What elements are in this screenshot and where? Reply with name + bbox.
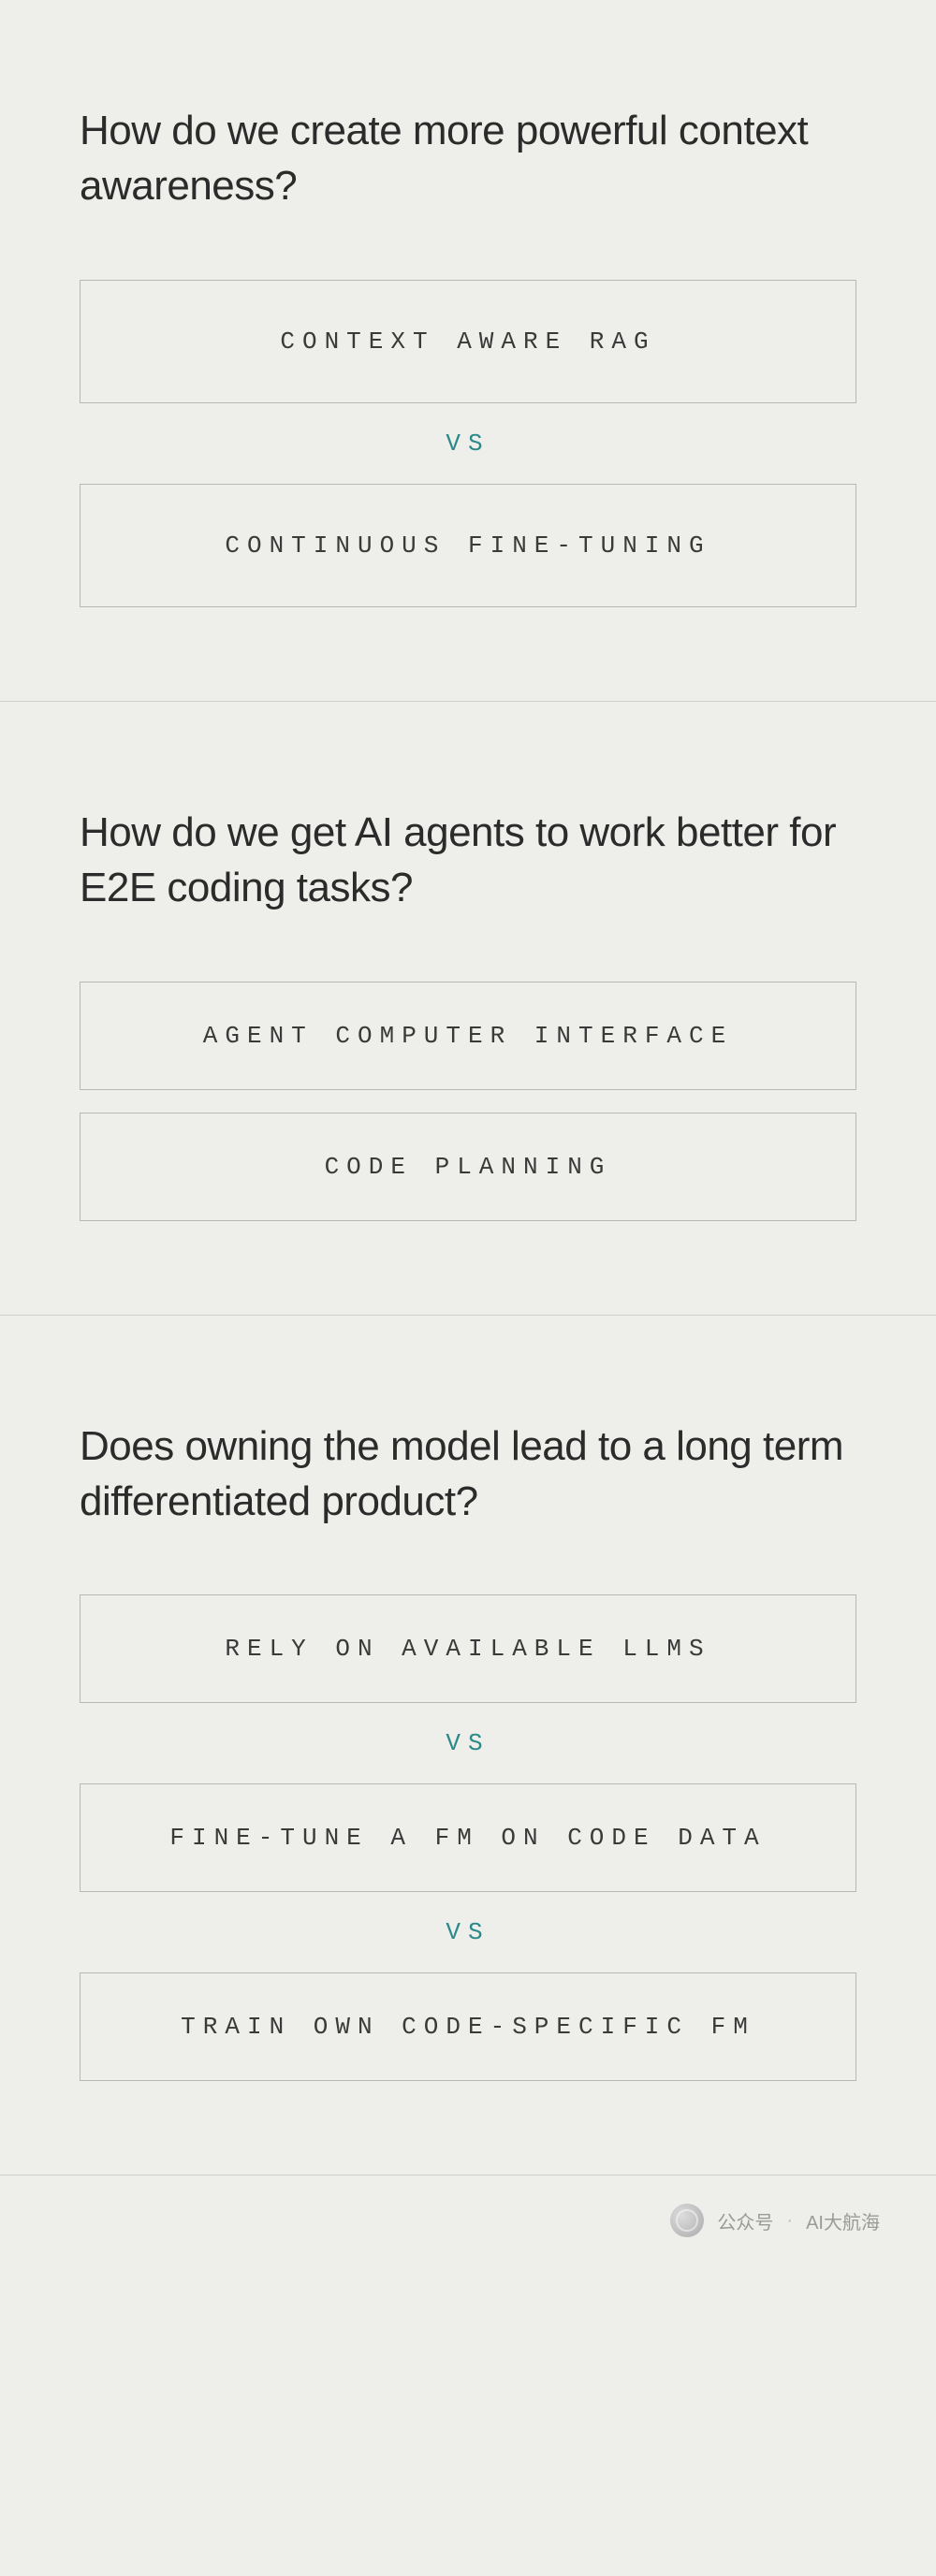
question-heading: How do we get AI agents to work better f… bbox=[80, 805, 856, 916]
option-box: CONTEXT AWARE RAG bbox=[80, 280, 856, 403]
question-heading: How do we create more powerful context a… bbox=[80, 103, 856, 214]
vs-separator: VS bbox=[80, 429, 856, 458]
option-box: AGENT COMPUTER INTERFACE bbox=[80, 982, 856, 1090]
section-context-awareness: How do we create more powerful context a… bbox=[0, 0, 936, 702]
vs-separator: VS bbox=[80, 1729, 856, 1757]
footer-account-name: AI大航海 bbox=[806, 2207, 880, 2234]
option-box: FINE-TUNE A FM ON CODE DATA bbox=[80, 1783, 856, 1892]
option-box: TRAIN OWN CODE-SPECIFIC FM bbox=[80, 1972, 856, 2081]
spacer bbox=[80, 1090, 856, 1113]
option-box: CODE PLANNING bbox=[80, 1113, 856, 1221]
question-heading: Does owning the model lead to a long ter… bbox=[80, 1419, 856, 1530]
section-model-ownership: Does owning the model lead to a long ter… bbox=[0, 1316, 936, 2176]
footer-separator: · bbox=[786, 2210, 793, 2232]
footer-watermark: 公众号 · AI大航海 bbox=[0, 2176, 936, 2275]
wechat-account-icon bbox=[670, 2204, 704, 2237]
footer-prefix: 公众号 bbox=[717, 2207, 773, 2234]
section-ai-agents: How do we get AI agents to work better f… bbox=[0, 702, 936, 1316]
option-box: RELY ON AVAILABLE LLMS bbox=[80, 1594, 856, 1703]
option-box: CONTINUOUS FINE-TUNING bbox=[80, 484, 856, 607]
vs-separator: VS bbox=[80, 1918, 856, 1946]
